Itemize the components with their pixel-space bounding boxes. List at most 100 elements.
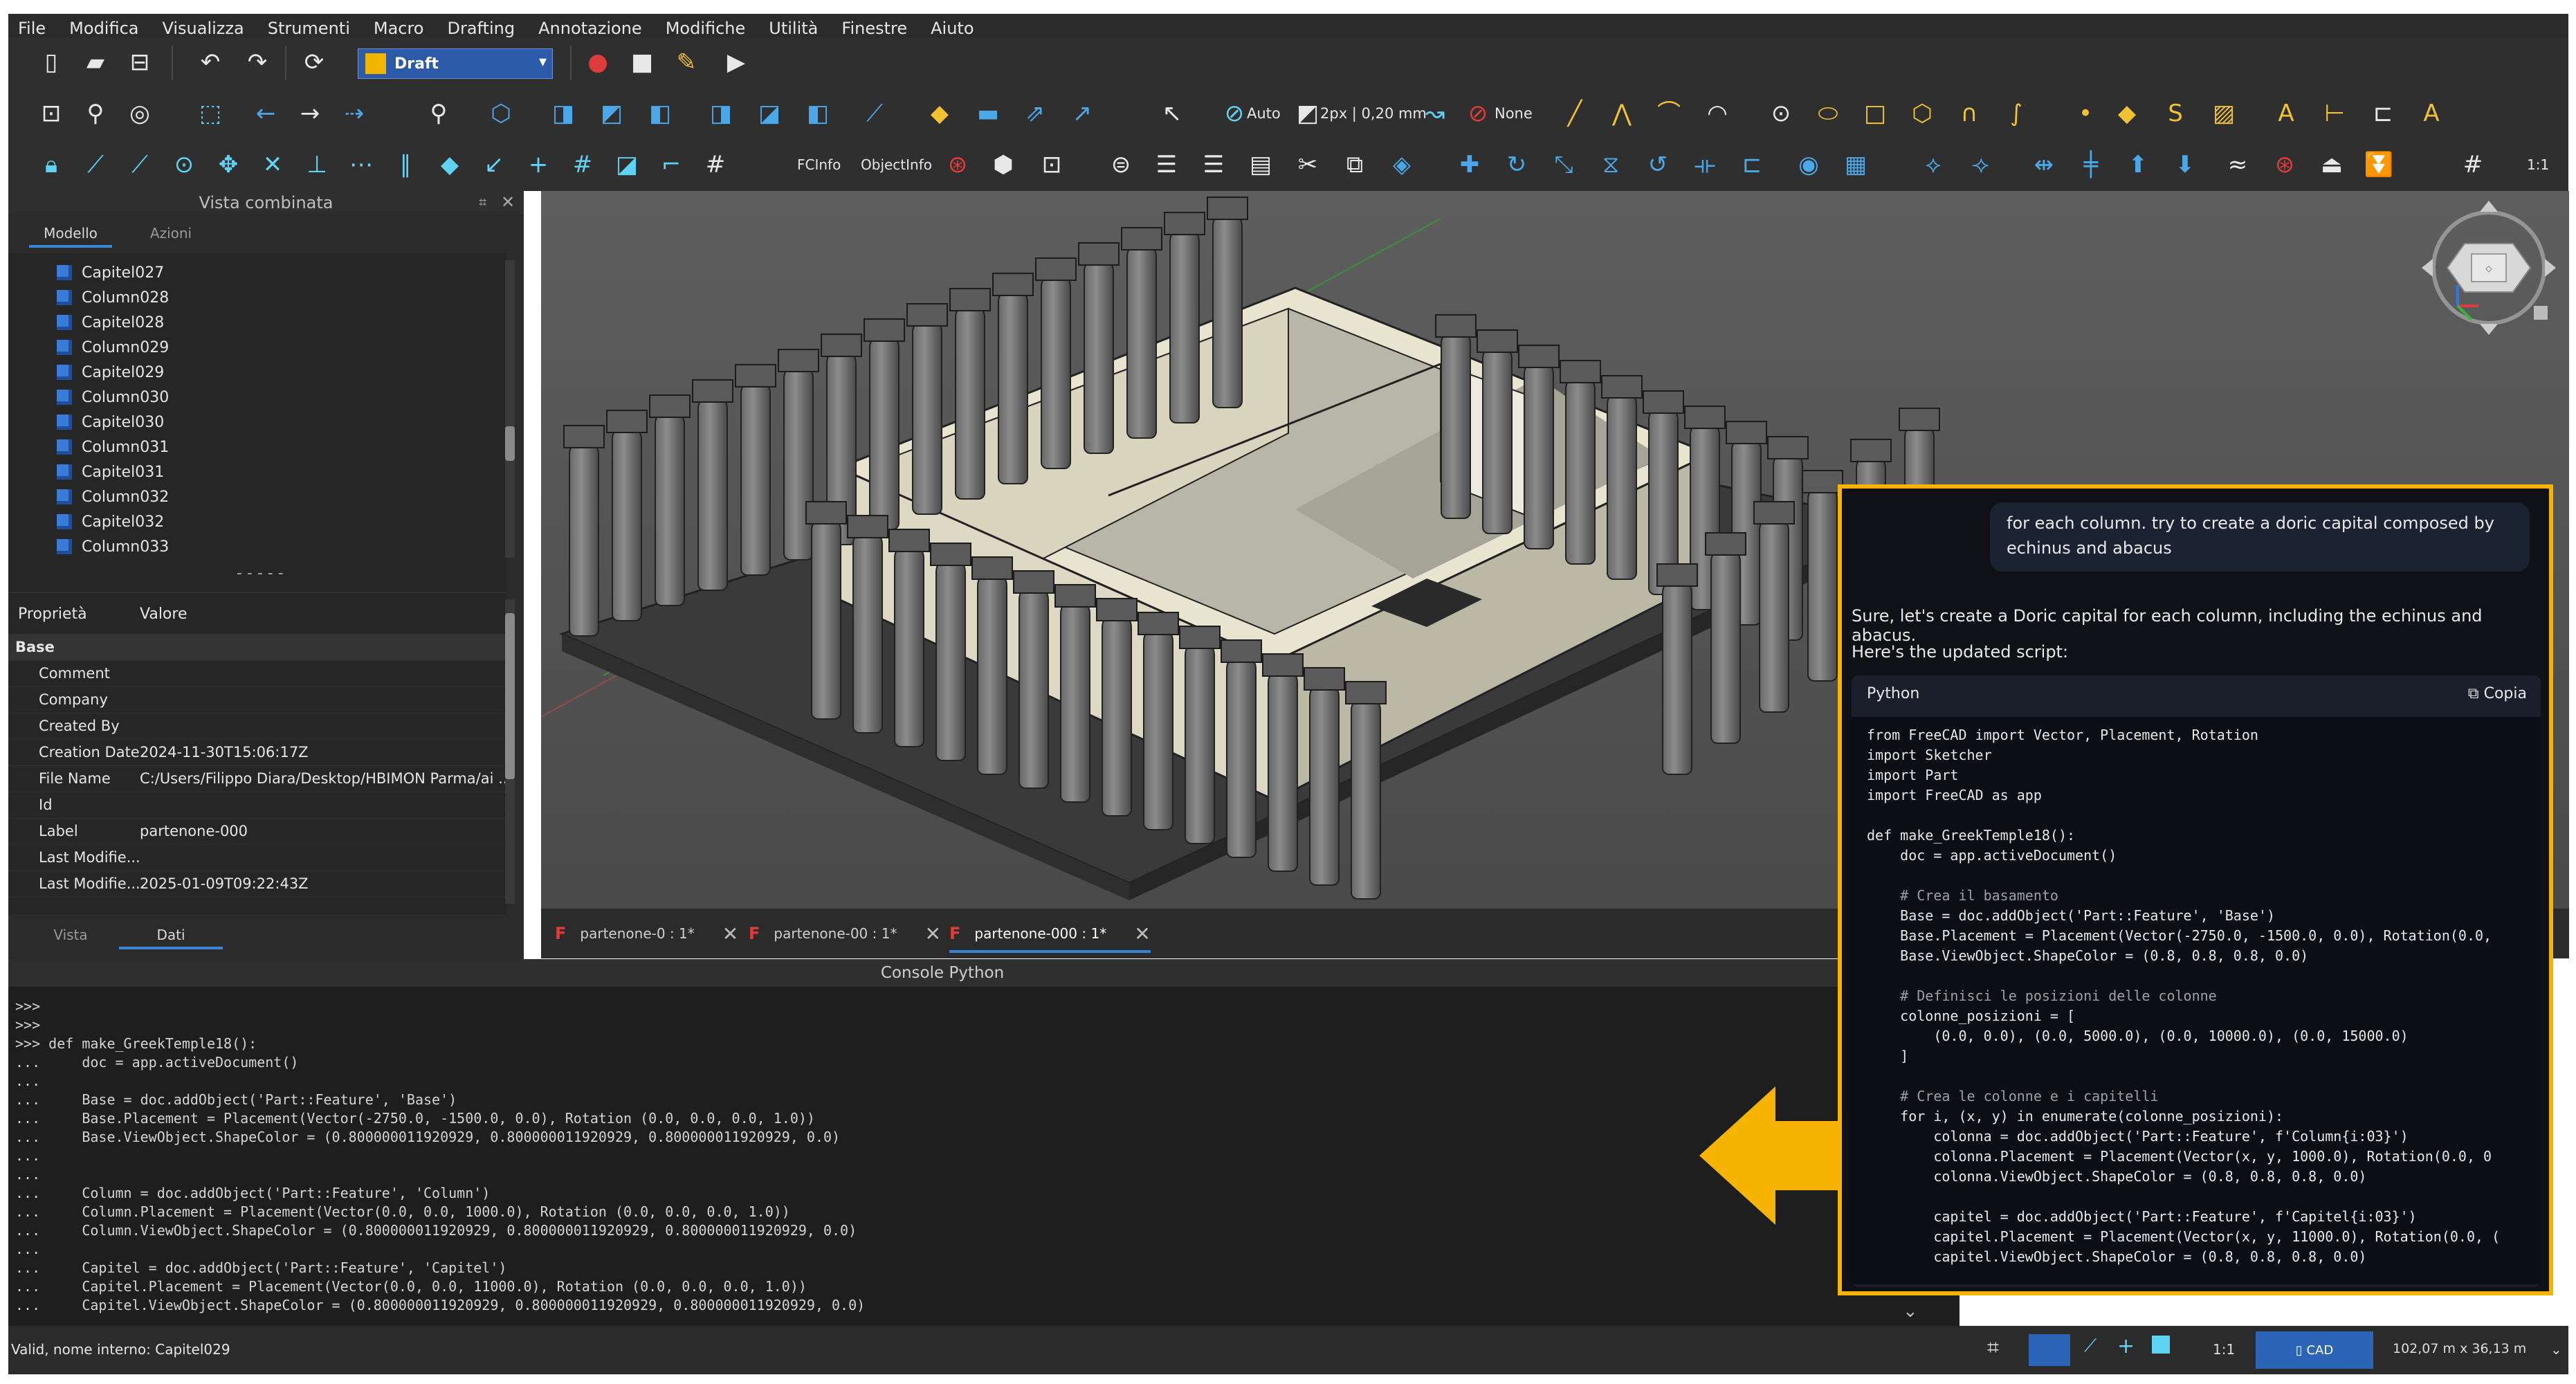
- menu-modifiche[interactable]: Modifiche: [666, 19, 746, 38]
- tree-item[interactable]: Column033: [57, 534, 169, 559]
- menu-drafting[interactable]: Drafting: [448, 19, 515, 38]
- tree-item[interactable]: Column029: [57, 335, 169, 360]
- rotate-icon[interactable]: ↻: [1501, 149, 1532, 180]
- navigation-style-button[interactable]: ▯ CAD: [2256, 1331, 2373, 1369]
- fillet-tool-icon[interactable]: ⌒: [1654, 98, 1684, 129]
- tab-azioni[interactable]: Azioni: [133, 221, 209, 245]
- none-label[interactable]: None: [1495, 105, 1533, 122]
- open-folder-icon[interactable]: ▰: [80, 47, 111, 78]
- tab-dati[interactable]: Dati: [119, 923, 223, 949]
- wire-tool-icon[interactable]: ⋀: [1607, 98, 1637, 129]
- draw-style-icon[interactable]: ◎: [125, 98, 155, 129]
- snap-grid-icon[interactable]: #: [567, 149, 598, 180]
- workplane-icon[interactable]: ⟋: [2084, 1336, 2097, 1357]
- wire-to-bspline-icon[interactable]: ≈: [2222, 149, 2253, 180]
- table-icon[interactable]: ▤: [1245, 149, 1276, 180]
- shape-icon[interactable]: ◈: [1387, 149, 1417, 180]
- redo-icon[interactable]: ↷: [242, 47, 273, 78]
- tree-item[interactable]: Capitel027: [57, 260, 164, 285]
- snap-parallel-icon[interactable]: ∥: [390, 149, 421, 180]
- upgrade-icon[interactable]: ⬆: [2123, 149, 2153, 180]
- link-actions-icon[interactable]: ↗: [1067, 98, 1097, 129]
- offset-icon[interactable]: ↺: [1643, 149, 1673, 180]
- snap-extension-icon[interactable]: ⋯: [346, 149, 376, 180]
- mirror-icon[interactable]: ⧖: [1596, 149, 1626, 180]
- property-row[interactable]: Last Modifie...: [8, 844, 506, 871]
- property-row[interactable]: Label partenone-000: [8, 818, 506, 845]
- menu-strumenti[interactable]: Strumenti: [268, 19, 350, 38]
- label-tool-icon[interactable]: ⊏: [2368, 98, 2398, 129]
- doc-tab-active[interactable]: Fpartenone-000 : 1* ✕: [949, 917, 1151, 953]
- circle-tool-icon[interactable]: ⊙: [1766, 98, 1796, 129]
- close-icon[interactable]: ✕: [722, 922, 738, 945]
- front-view-icon[interactable]: ◨: [548, 98, 578, 129]
- polygon-tool-icon[interactable]: ⬡: [1907, 98, 1937, 129]
- menu-utilita[interactable]: Utilità: [769, 19, 818, 38]
- tab-modello[interactable]: Modello: [29, 221, 112, 248]
- tree-item[interactable]: Column030: [57, 385, 169, 410]
- cube-tool-icon[interactable]: ⬢: [988, 149, 1018, 180]
- text-tool-icon[interactable]: A: [2271, 98, 2301, 129]
- rear-view-icon[interactable]: ◨: [706, 98, 736, 129]
- grid-toggle-icon[interactable]: #: [2458, 149, 2488, 180]
- tree-item[interactable]: Column031: [57, 435, 169, 459]
- snap-near-icon[interactable]: ↙: [479, 149, 509, 180]
- snap-angle-icon[interactable]: ✥: [213, 149, 244, 180]
- tree-item[interactable]: Capitel028: [57, 310, 164, 335]
- wrench-icon[interactable]: ✂: [1292, 149, 1323, 180]
- undo-icon[interactable]: ↶: [195, 47, 226, 78]
- tree-item[interactable]: Capitel031: [57, 459, 164, 484]
- float-icon[interactable]: ⌗: [479, 194, 486, 210]
- bspline-tool-icon[interactable]: ∩: [1954, 98, 1984, 129]
- arc-tool-icon[interactable]: ◠: [1702, 98, 1733, 129]
- scale-label[interactable]: 1:1: [2527, 156, 2549, 173]
- snap-dimensions-icon[interactable]: ⌐: [656, 149, 686, 180]
- array-icon[interactable]: ▦: [1840, 149, 1871, 180]
- status-scale[interactable]: 1:1: [2213, 1341, 2235, 1358]
- menu-annotazione[interactable]: Annotazione: [538, 19, 642, 38]
- chevron-down-icon[interactable]: ⌄: [1903, 1301, 1918, 1322]
- property-row[interactable]: Last Modifie... 2025-01-09T09:22:43Z: [8, 871, 506, 898]
- close-icon[interactable]: ✕: [1134, 922, 1150, 945]
- dimension-tool-icon[interactable]: ⊢: [2319, 98, 2350, 129]
- line-width-label[interactable]: 2px | 0,20 mm: [1320, 105, 1427, 122]
- slope-icon[interactable]: ⏏: [2317, 149, 2347, 180]
- snap-perpendicular-icon[interactable]: ⊥: [302, 149, 332, 180]
- forward-nav-icon[interactable]: →: [295, 98, 325, 129]
- snap-ortho-icon[interactable]: +: [523, 149, 554, 180]
- save-icon[interactable]: ⊟: [125, 47, 155, 78]
- tree-item[interactable]: Column032: [57, 484, 169, 509]
- property-row[interactable]: File Name C:/Users/Filippo Diara/Desktop/…: [8, 765, 512, 792]
- property-row[interactable]: Id: [8, 792, 506, 819]
- clone-array-icon[interactable]: ◉: [1793, 149, 1824, 180]
- tree-item[interactable]: Capitel029: [57, 360, 164, 385]
- point-tool-icon[interactable]: •: [2070, 98, 2101, 129]
- whats-this-icon[interactable]: ↖: [1157, 98, 1187, 129]
- property-group-row[interactable]: Base: [8, 634, 506, 661]
- back-nav-icon[interactable]: ←: [250, 98, 281, 129]
- style-icon[interactable]: ↝: [1420, 98, 1450, 129]
- record-macro-icon[interactable]: ●: [583, 47, 613, 78]
- clone-icon[interactable]: ⧉: [1340, 149, 1370, 180]
- tree-scrollbar-thumb[interactable]: [505, 426, 515, 461]
- property-scrollbar-thumb[interactable]: [505, 613, 515, 779]
- annotation-style-icon[interactable]: A: [2416, 98, 2447, 129]
- refresh-icon[interactable]: ⟳: [299, 47, 329, 78]
- objectinfo-button[interactable]: ObjectInfo: [861, 156, 932, 173]
- isometric-view-icon[interactable]: ⬡: [486, 98, 516, 129]
- left-view-icon[interactable]: ◧: [803, 98, 833, 129]
- copy-button[interactable]: ⧉ Copia: [2468, 685, 2527, 702]
- workbench-selector[interactable]: Draft ▾: [358, 48, 553, 79]
- fit-selection-icon[interactable]: ⚲: [80, 98, 111, 129]
- tree-item[interactable]: Capitel032: [57, 509, 164, 534]
- menu-modifica[interactable]: Modifica: [69, 19, 138, 38]
- tree-scrollbar[interactable]: [505, 260, 515, 558]
- execute-macro-icon[interactable]: ▶: [721, 47, 751, 78]
- split-icon[interactable]: ⟢: [1965, 149, 1995, 180]
- snap-special-icon[interactable]: ◆: [435, 149, 465, 180]
- draft-to-sketch-icon[interactable]: ⊛: [2269, 149, 2300, 180]
- scale-icon[interactable]: ⤡: [1549, 149, 1579, 180]
- python-console[interactable]: >>> >>> >>> def make_GreekTemple18(): ... d…: [8, 987, 1960, 1332]
- doc-tab[interactable]: Fpartenone-00 : 1* ✕: [749, 917, 941, 950]
- menu-finestre[interactable]: Finestre: [841, 19, 907, 38]
